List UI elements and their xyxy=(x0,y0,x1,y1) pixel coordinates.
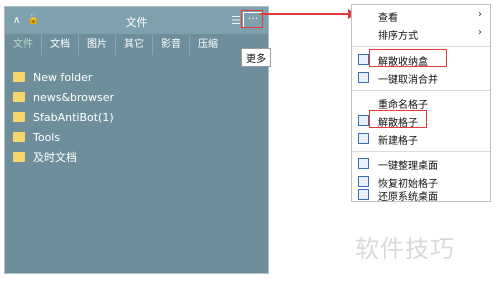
menu-item-label: 重命名格子 xyxy=(378,99,428,111)
context-menu: 查看 › 排序方式 › 解散收纳盒 一键取消合并 重命名格子 解散格子 新建格子… xyxy=(351,4,491,203)
menu-item-label: 一键取消合并 xyxy=(378,74,438,86)
list-item[interactable]: New folder xyxy=(13,67,114,87)
chevron-right-icon: › xyxy=(478,27,482,38)
restore-icon xyxy=(358,176,369,187)
file-name: New folder xyxy=(33,70,93,84)
menu-item-label: 还原系统桌面 xyxy=(378,191,438,203)
menu-item-new-grid[interactable]: 新建格子 xyxy=(352,130,490,148)
connector-line xyxy=(260,13,351,15)
folder-icon xyxy=(13,132,25,142)
box-icon xyxy=(358,54,369,65)
menu-item-label: 新建格子 xyxy=(378,135,418,147)
file-name: Tools xyxy=(33,130,61,144)
tab-images[interactable]: 图片 xyxy=(79,35,116,55)
tab-files[interactable]: 文件 xyxy=(5,35,42,55)
desktop-icon xyxy=(358,189,369,200)
list-view-icon[interactable]: ☰ xyxy=(231,14,241,27)
tidy-icon xyxy=(358,158,369,169)
list-item[interactable]: Tools xyxy=(13,127,114,147)
menu-item-label: 查看 xyxy=(378,12,398,24)
file-list: New folder news&browser SfabAntiBot(1) T… xyxy=(13,67,114,167)
menu-item-label: 一键整理桌面 xyxy=(378,160,438,172)
file-name: news&browser xyxy=(33,90,115,104)
fence-header: ∧ 🔓 文件 ☰ ··· xyxy=(5,7,268,34)
tab-archives[interactable]: 压缩 xyxy=(190,35,226,55)
grid-icon xyxy=(358,115,369,126)
watermark: 软件技巧 xyxy=(355,235,455,263)
tab-media[interactable]: 影音 xyxy=(153,35,190,55)
chevron-right-icon: › xyxy=(478,9,482,20)
fence-tabs: 文件 文档 图片 其它 影音 压缩 xyxy=(5,35,268,55)
more-tooltip: 更多 xyxy=(241,48,271,67)
folder-icon xyxy=(13,152,25,162)
dissolve-box-highlight xyxy=(369,49,447,67)
folder-icon xyxy=(13,112,25,122)
list-item[interactable]: SfabAntiBot(1) xyxy=(13,107,114,127)
file-name: SfabAntiBot(1) xyxy=(33,110,114,124)
menu-item-restore-desktop[interactable]: 还原系统桌面 xyxy=(352,188,490,203)
menu-item-tidy-desktop[interactable]: 一键整理桌面 xyxy=(352,155,490,173)
menu-divider xyxy=(352,46,490,47)
menu-item-label: 排序方式 xyxy=(378,30,418,42)
menu-divider xyxy=(352,90,490,91)
list-item[interactable]: 及时文档 xyxy=(13,147,114,167)
menu-divider xyxy=(352,151,490,152)
menu-item-unmerge[interactable]: 一键取消合并 xyxy=(352,69,490,87)
unmerge-icon xyxy=(358,72,369,83)
fence-panel: ∧ 🔓 文件 ☰ ··· 文件 文档 图片 其它 影音 压缩 New folde… xyxy=(4,6,269,274)
new-grid-icon xyxy=(358,133,369,144)
folder-icon xyxy=(13,72,25,82)
folder-icon xyxy=(13,92,25,102)
menu-item-sort[interactable]: 排序方式 › xyxy=(352,25,490,43)
menu-item-view[interactable]: 查看 › xyxy=(352,7,490,25)
tab-other[interactable]: 其它 xyxy=(116,35,153,55)
file-name: 及时文档 xyxy=(33,151,77,164)
list-item[interactable]: news&browser xyxy=(13,87,114,107)
dissolve-grid-highlight xyxy=(369,110,427,128)
fence-title: 文件 xyxy=(125,16,148,29)
tab-documents[interactable]: 文档 xyxy=(42,35,79,55)
